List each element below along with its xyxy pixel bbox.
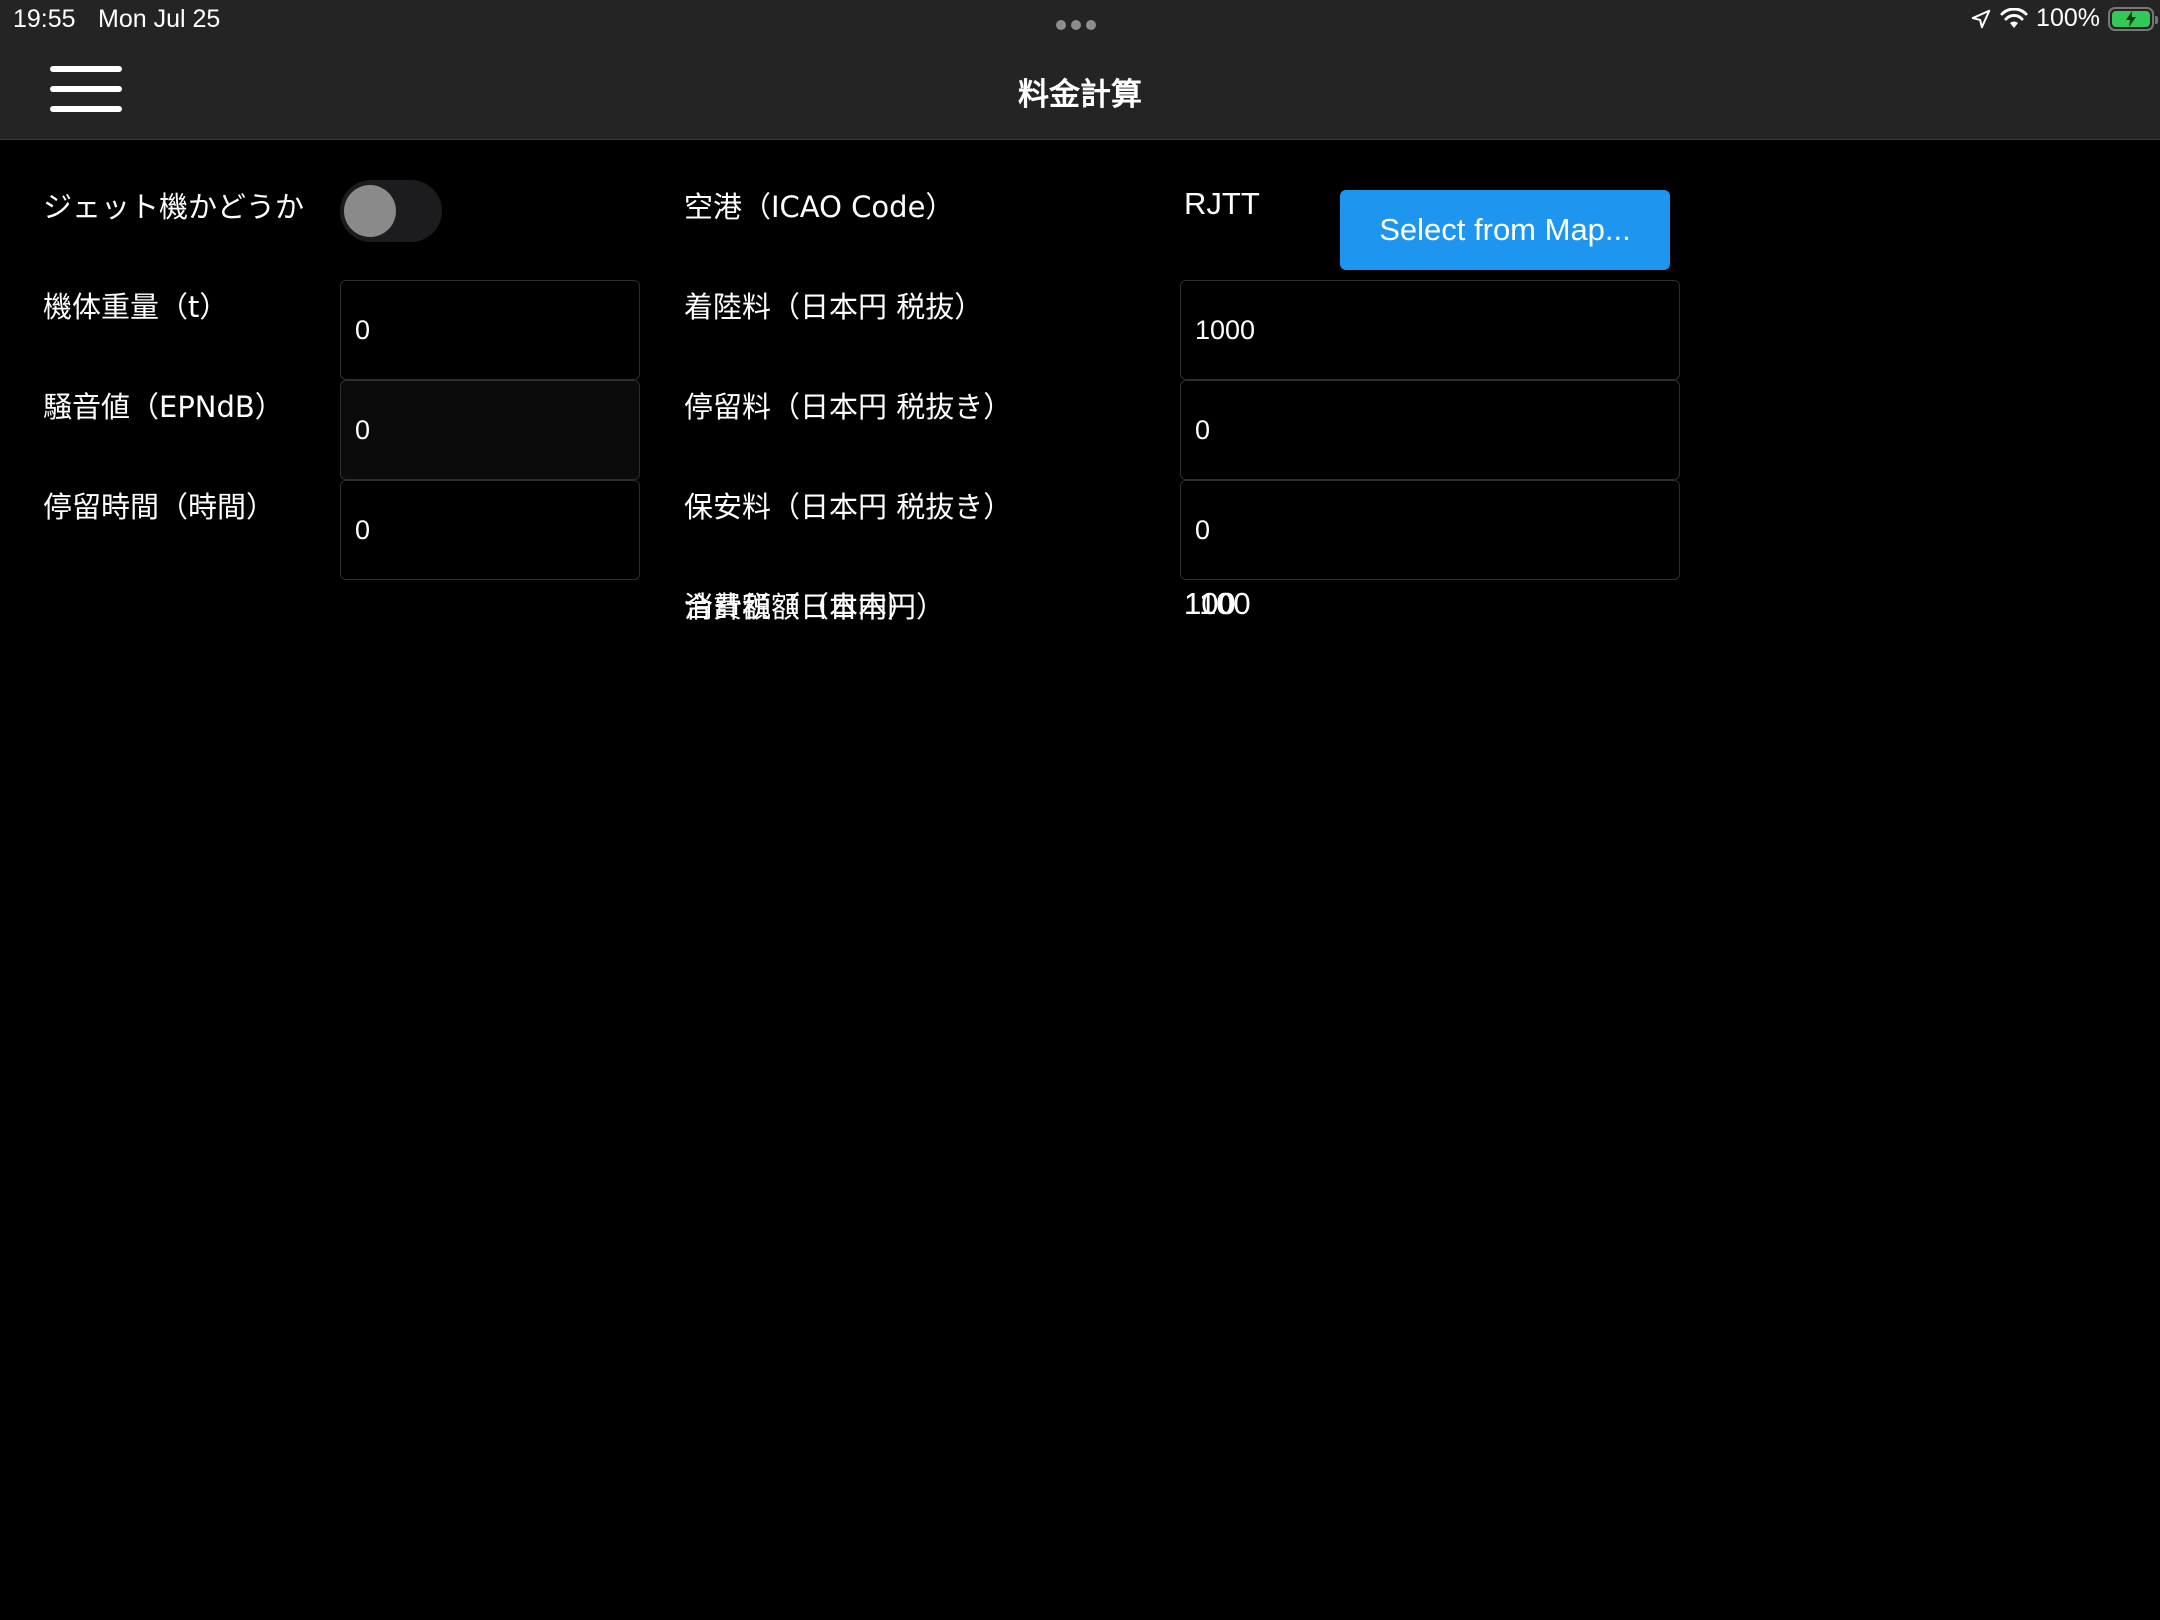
status-date: Mon Jul 25 (98, 5, 221, 33)
parking-fee-input[interactable] (1181, 381, 1679, 479)
landing-fee-input[interactable] (1181, 281, 1679, 379)
parking-fee-field[interactable] (1180, 380, 1680, 480)
select-from-map-button[interactable]: Select from Map... (1340, 190, 1670, 270)
location-arrow-icon (1971, 9, 1991, 28)
landing-fee-field[interactable] (1180, 280, 1680, 380)
landing-fee-label: 着陸料（日本円 税抜） (684, 290, 984, 324)
airport-label: 空港（ICAO Code） (684, 190, 955, 224)
battery-percent: 100% (2036, 4, 2100, 32)
status-time: 19:55 (13, 5, 76, 33)
page-title: 料金計算 (1018, 77, 1142, 113)
weight-field[interactable] (340, 280, 640, 380)
total-label: 合計額（日本円） (684, 590, 917, 624)
noise-label: 騒音値（EPNdB） (43, 390, 284, 424)
weight-input[interactable] (341, 281, 639, 379)
stay-hours-input[interactable] (341, 481, 639, 579)
security-fee-field[interactable] (1180, 480, 1680, 580)
noise-field[interactable] (340, 380, 640, 480)
noise-input[interactable] (341, 381, 639, 479)
airport-value: RJTT (1184, 186, 1260, 221)
parking-fee-label: 停留料（日本円 税抜き） (684, 390, 1013, 424)
stay-hours-field[interactable] (340, 480, 640, 580)
total-value: 1100 (1184, 586, 1251, 621)
weight-label: 機体重量（t） (43, 290, 229, 324)
status-bar: 19:55 Mon Jul 25 100% (0, 0, 2160, 40)
jet-label: ジェット機かどうか (43, 190, 305, 224)
stay-hours-label: 停留時間（時間） (43, 490, 276, 524)
security-fee-label: 保安料（日本円 税抜き） (684, 490, 1013, 524)
multitasking-dots-icon[interactable] (1056, 20, 1096, 30)
jet-toggle[interactable] (340, 180, 442, 242)
navigation-bar: 料金計算 (0, 40, 2160, 140)
battery-icon (2108, 6, 2158, 31)
security-fee-input[interactable] (1181, 481, 1679, 579)
toggle-knob (344, 185, 396, 237)
wifi-icon (2000, 7, 2028, 28)
status-indicators: 100% (1970, 4, 2158, 33)
